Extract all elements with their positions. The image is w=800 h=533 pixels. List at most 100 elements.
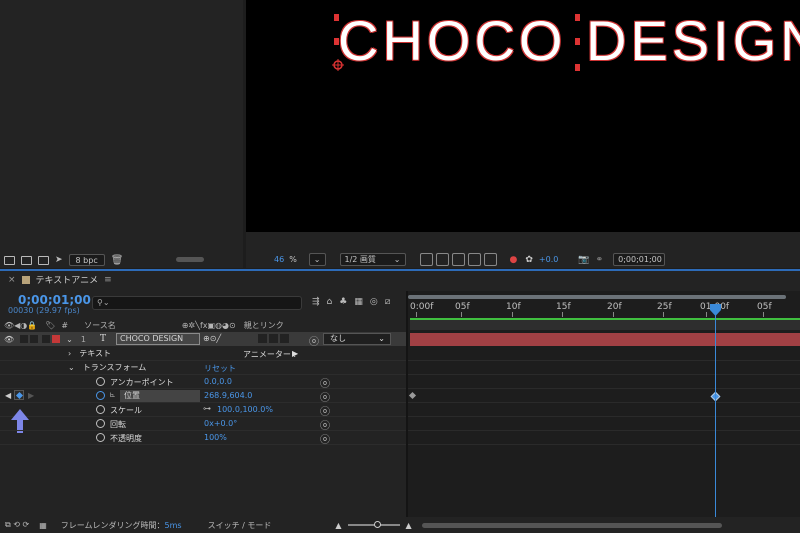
switches-icons[interactable]: ⊕✲╲fx▣◍◕⊙: [182, 321, 236, 330]
show-snapshot-icon[interactable]: ⚭: [596, 255, 604, 265]
bbox-handle-mid[interactable]: [575, 38, 580, 45]
zoom-slider-handle[interactable]: [373, 521, 381, 528]
interpret-footage-icon[interactable]: [4, 255, 15, 265]
layer-row[interactable]: 👁 ⌄ 1 T CHOCO DESIGN ⊕⊙╱ ⓞ なし ⌄: [0, 332, 408, 348]
switch-mode-toggle[interactable]: スイッチ / モード: [208, 520, 272, 531]
property-value[interactable]: 100.0,100.0%: [217, 405, 273, 414]
layer-switches[interactable]: ⊕⊙╱: [203, 334, 221, 343]
expand-arrow-icon[interactable]: ›: [68, 349, 71, 358]
property-value[interactable]: 0.0,0.0: [204, 377, 232, 386]
exposure-value[interactable]: +0.0: [539, 255, 558, 264]
shy-layers-icon[interactable]: ♣: [339, 297, 347, 307]
stopwatch-icon[interactable]: [96, 405, 105, 414]
frame-blending-icon[interactable]: ▦: [354, 297, 363, 307]
transform-group-row[interactable]: ⌄ トランスフォーム リセット: [0, 361, 408, 375]
resolution-dropdown[interactable]: 1/2 画質 ⌄: [339, 253, 406, 266]
layer-switch-boxes[interactable]: [258, 334, 289, 343]
current-time-indicator-head[interactable]: [710, 304, 721, 316]
text-group-row[interactable]: › テキスト アニメーター : ▶: [0, 347, 408, 361]
stopwatch-icon[interactable]: [96, 377, 105, 386]
color-channels-icon[interactable]: ●: [510, 255, 518, 265]
flowchart-icon[interactable]: ➤: [55, 255, 63, 265]
property-value[interactable]: 0x+0.0°: [204, 419, 237, 428]
graph-editor-icon[interactable]: ⧄: [385, 297, 391, 307]
draft-3d-icon[interactable]: ⌂: [327, 297, 333, 307]
zoom-value[interactable]: 46: [274, 255, 284, 264]
stopwatch-icon[interactable]: [96, 419, 105, 428]
expression-pickwhip-icon[interactable]: ⓞ: [320, 431, 330, 446]
work-area-bar[interactable]: [408, 295, 786, 299]
bbox-handle-top-mid[interactable]: [575, 14, 580, 21]
transparency-grid-icon[interactable]: [435, 253, 449, 266]
time-ruler[interactable]: 0:00f05f10f15f20f25f01:00f05f: [408, 301, 800, 317]
expression-pickwhip-icon[interactable]: ⓞ: [320, 375, 330, 390]
animator-play-icon[interactable]: ▶: [292, 349, 298, 358]
timeline-tab[interactable]: × テキストアニメ ≡: [0, 271, 800, 288]
color-management-icon[interactable]: ✿: [525, 255, 533, 265]
grid-guides-icon[interactable]: [483, 253, 497, 266]
property-row-opacity[interactable]: 不透明度 100% ⓞ: [0, 431, 408, 446]
close-icon[interactable]: ×: [8, 275, 16, 285]
lock-box[interactable]: [30, 335, 39, 343]
label-column-icon[interactable]: 🏷: [45, 321, 55, 330]
parent-link-column[interactable]: 親とリンク: [244, 320, 284, 331]
property-row-position[interactable]: ◀ ▶ ⦜ 位置 268.9,604.0 ⓞ: [0, 389, 408, 404]
source-name-column[interactable]: ソース名: [84, 320, 116, 331]
pickwhip-icon[interactable]: ⓞ: [309, 333, 319, 348]
comp-mini-flowchart-icon[interactable]: ⇶: [312, 297, 320, 307]
timeline-scrollbar[interactable]: [421, 522, 722, 528]
property-value[interactable]: 100%: [204, 433, 227, 442]
current-time-display[interactable]: 0;00;01;00: [18, 293, 91, 307]
stopwatch-icon[interactable]: [96, 433, 105, 442]
anchor-point-icon[interactable]: [332, 59, 344, 71]
ruler-tick-label: 20f: [607, 302, 622, 312]
visibility-icon[interactable]: 👁: [4, 335, 14, 344]
bbox-handle-mid-left[interactable]: [334, 38, 339, 45]
label-color-swatch[interactable]: [52, 335, 61, 343]
reset-link[interactable]: リセット: [204, 363, 236, 374]
fast-preview-icon[interactable]: [419, 253, 433, 266]
property-row-scale[interactable]: スケール ⊶ 100.0,100.0% ⓞ: [0, 403, 408, 418]
expand-chevron-icon[interactable]: ⌄: [66, 335, 73, 344]
current-time-indicator[interactable]: [715, 306, 716, 517]
bbox-handle-top-left[interactable]: [334, 14, 339, 21]
zoom-out-icon[interactable]: ▲: [335, 521, 341, 530]
viewer-timecode[interactable]: 0;00;01;00: [613, 253, 666, 266]
status-icons[interactable]: ⧉ ⟲ ⟳: [5, 520, 29, 530]
bpc-button[interactable]: 8 bpc: [68, 254, 105, 266]
expression-pickwhip-icon[interactable]: ⓞ: [320, 389, 330, 404]
property-row-anchor[interactable]: アンカーポイント 0.0,0.0 ⓞ: [0, 375, 408, 390]
av-features-icon[interactable]: 👁◀◑🔒: [4, 321, 37, 330]
zoom-in-icon[interactable]: ▲: [406, 521, 412, 530]
expression-pickwhip-icon[interactable]: ⓞ: [320, 417, 330, 432]
region-of-interest-icon[interactable]: [467, 253, 481, 266]
property-value[interactable]: 268.9,604.0: [204, 391, 252, 400]
composition-viewer[interactable]: CHOCO DESIGN: [246, 0, 800, 232]
parent-dropdown[interactable]: なし ⌄: [323, 333, 391, 345]
layer-search-input[interactable]: ⚲⌄: [92, 296, 302, 310]
stopwatch-active-icon[interactable]: [96, 391, 105, 400]
new-composition-icon[interactable]: [38, 255, 49, 265]
solo-box[interactable]: [20, 335, 29, 343]
snapshot-icon[interactable]: 📷: [578, 255, 589, 265]
trash-icon[interactable]: 🗑: [111, 255, 124, 266]
layer-name[interactable]: CHOCO DESIGN: [116, 333, 200, 345]
expression-pickwhip-icon[interactable]: ⓞ: [320, 403, 330, 418]
new-folder-icon[interactable]: [21, 255, 32, 265]
panel-menu-icon[interactable]: ≡: [104, 275, 112, 285]
collapse-arrow-icon[interactable]: ⌄: [68, 363, 75, 372]
prev-keyframe-icon[interactable]: ◀: [5, 391, 11, 400]
next-keyframe-icon[interactable]: ▶: [28, 391, 34, 400]
mask-visibility-icon[interactable]: [451, 253, 465, 266]
graph-icon[interactable]: ⦜: [110, 390, 115, 400]
property-row-rotation[interactable]: 回転 0x+0.0° ⓞ: [0, 417, 408, 432]
bbox-handle-bottom-mid[interactable]: [575, 64, 580, 71]
layer-duration-bar[interactable]: [410, 333, 800, 346]
zoom-dropdown-icon[interactable]: ⌄: [308, 253, 326, 266]
comp-text-layer[interactable]: CHOCO DESIGN: [338, 8, 800, 73]
motion-blur-icon[interactable]: ◎: [370, 297, 378, 307]
timeline-zoom-slider[interactable]: [347, 521, 400, 528]
label-box[interactable]: [42, 335, 51, 343]
project-scrollbar[interactable]: [176, 257, 204, 262]
constrain-proportions-icon[interactable]: ⊶: [203, 404, 211, 413]
